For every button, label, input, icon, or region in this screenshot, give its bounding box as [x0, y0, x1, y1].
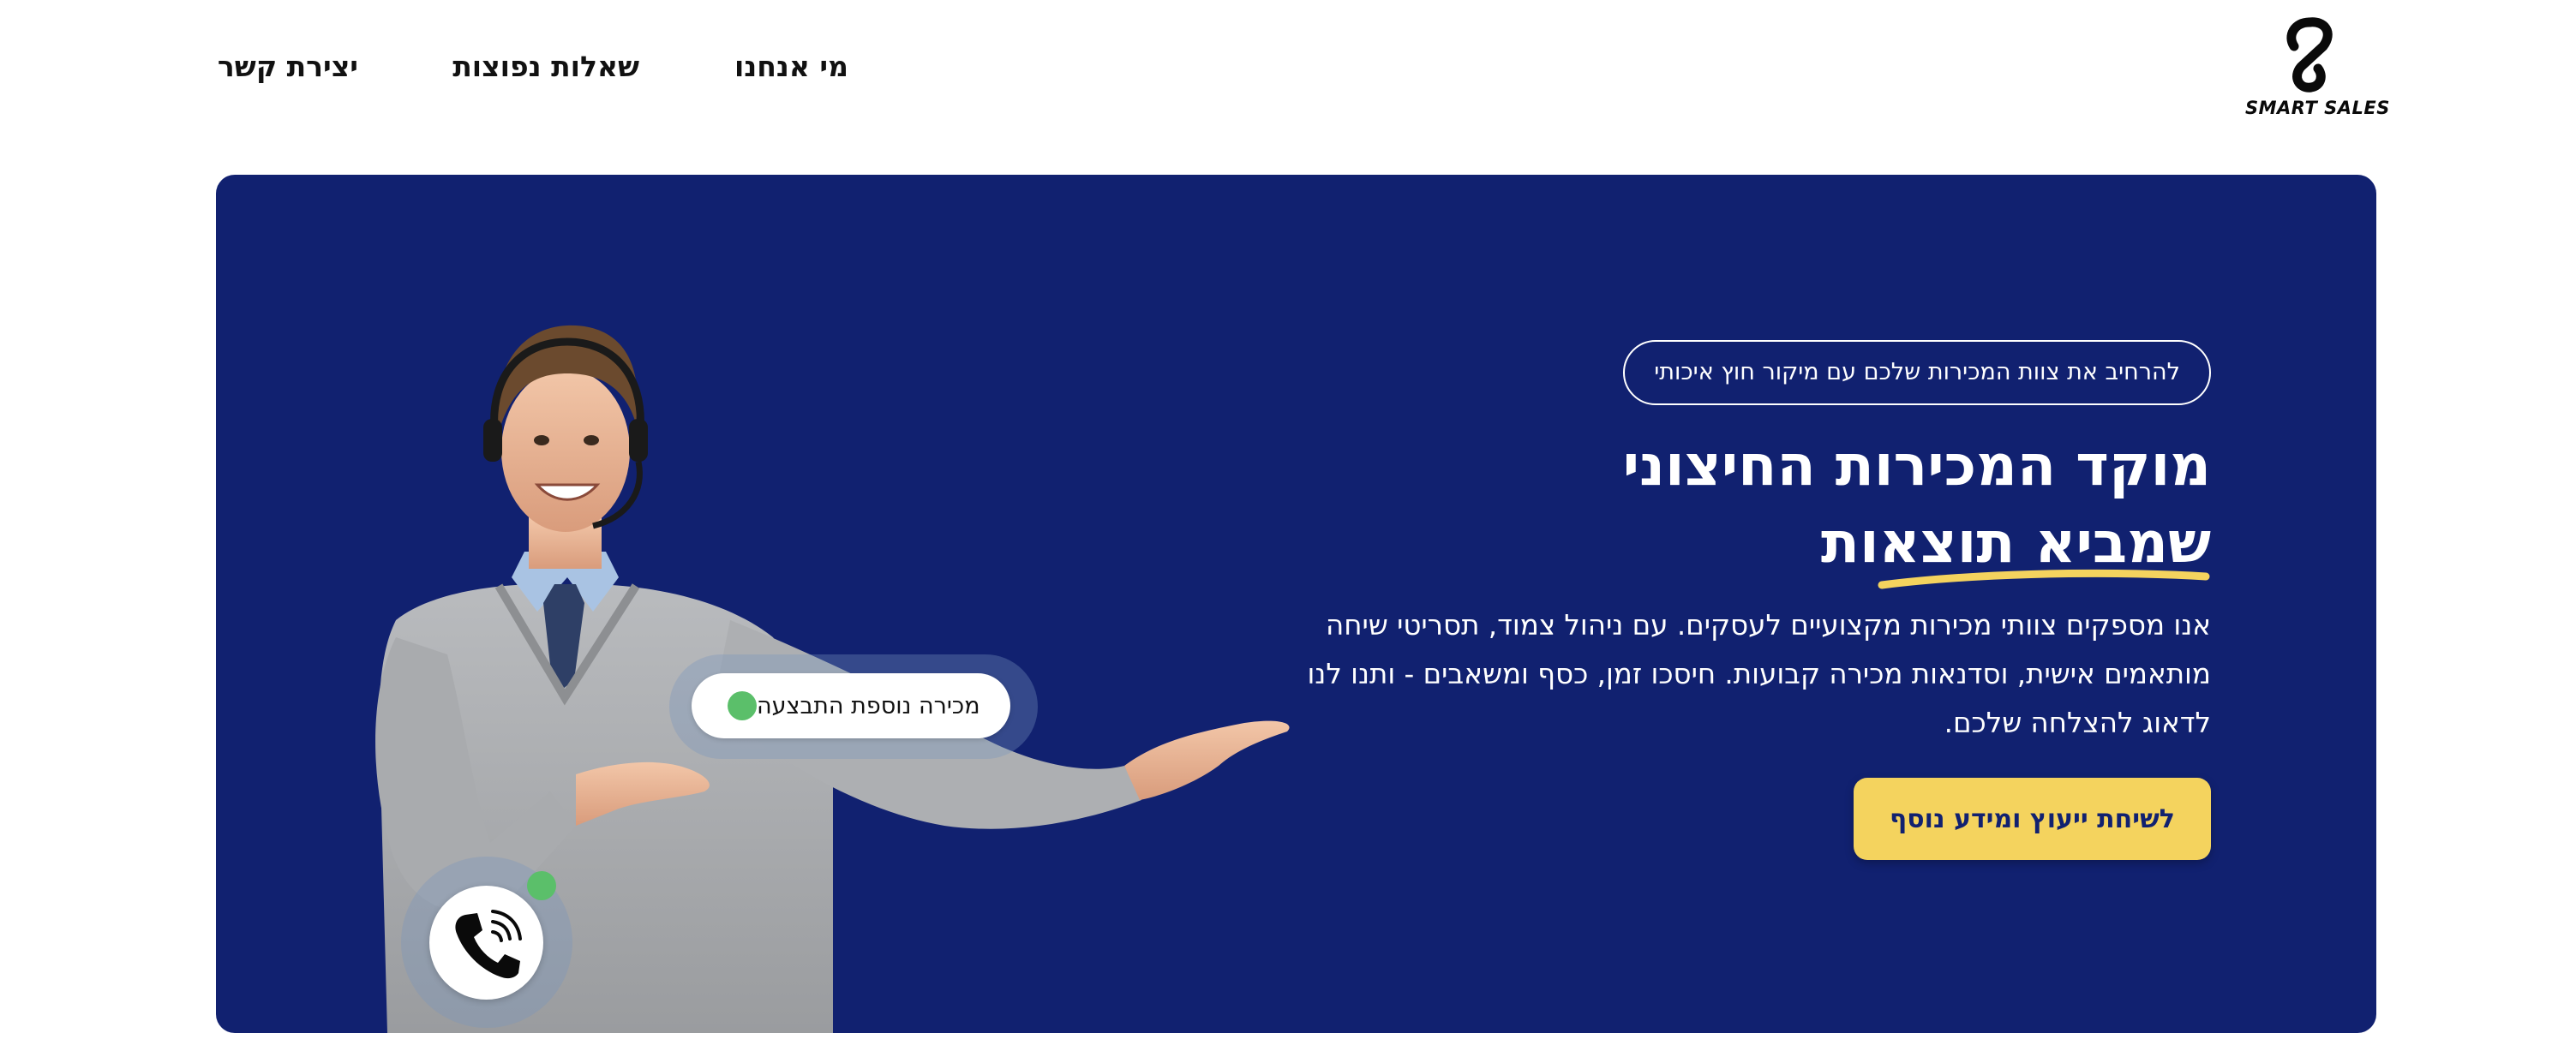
hero-headline: מוקד המכירות החיצוני שמביא תוצאות — [1268, 427, 2211, 589]
headline-underline-decoration — [1878, 569, 2210, 589]
nav-link-about[interactable]: מי אנחנו — [734, 50, 848, 84]
hero-headline-line1: מוקד המכירות החיצוני — [1622, 433, 2211, 499]
agent-illustration: מכירה נוספת התבצעה — [216, 175, 1330, 1033]
phone-ringing-icon — [455, 910, 522, 979]
phone-call-button[interactable] — [429, 886, 543, 1000]
sale-notification-chip: מכירה נוספת התבצעה — [692, 673, 1010, 738]
logo-text: SMART SALES — [2245, 98, 2390, 118]
phone-status-dot — [527, 871, 556, 900]
smart-sales-s-logo-icon — [2286, 17, 2333, 93]
nav-link-contact[interactable]: יצירת קשר — [218, 50, 358, 84]
site-header: SMART SALES מי אנחנו שאלות נפוצות יצירת … — [0, 0, 2576, 154]
agent-figure-image — [375, 325, 1290, 1033]
nav-link-faq[interactable]: שאלות נפוצות — [452, 50, 639, 84]
page: SMART SALES מי אנחנו שאלות נפוצות יצירת … — [0, 0, 2576, 1057]
hero-description: אנו מספקים צוותי מכירות מקצועיים לעסקים.… — [1307, 609, 2211, 739]
sale-notification-text: מכירה נוספת התבצעה — [757, 692, 980, 720]
hero-tagline: להרחיב את צוות המכירות שלכם עם מיקור חוץ… — [1623, 340, 2211, 405]
status-dot — [728, 691, 757, 720]
hero-headline-line2-wrap: שמביא תוצאות — [1821, 505, 2211, 589]
hero-section: מכירה נוספת התבצעה להרחיב את צוות המכירו… — [216, 175, 2376, 1033]
consultation-cta-button[interactable]: לשיחת ייעוץ ומידע נוסף — [1854, 778, 2211, 860]
logo[interactable]: SMART SALES — [2245, 14, 2390, 121]
